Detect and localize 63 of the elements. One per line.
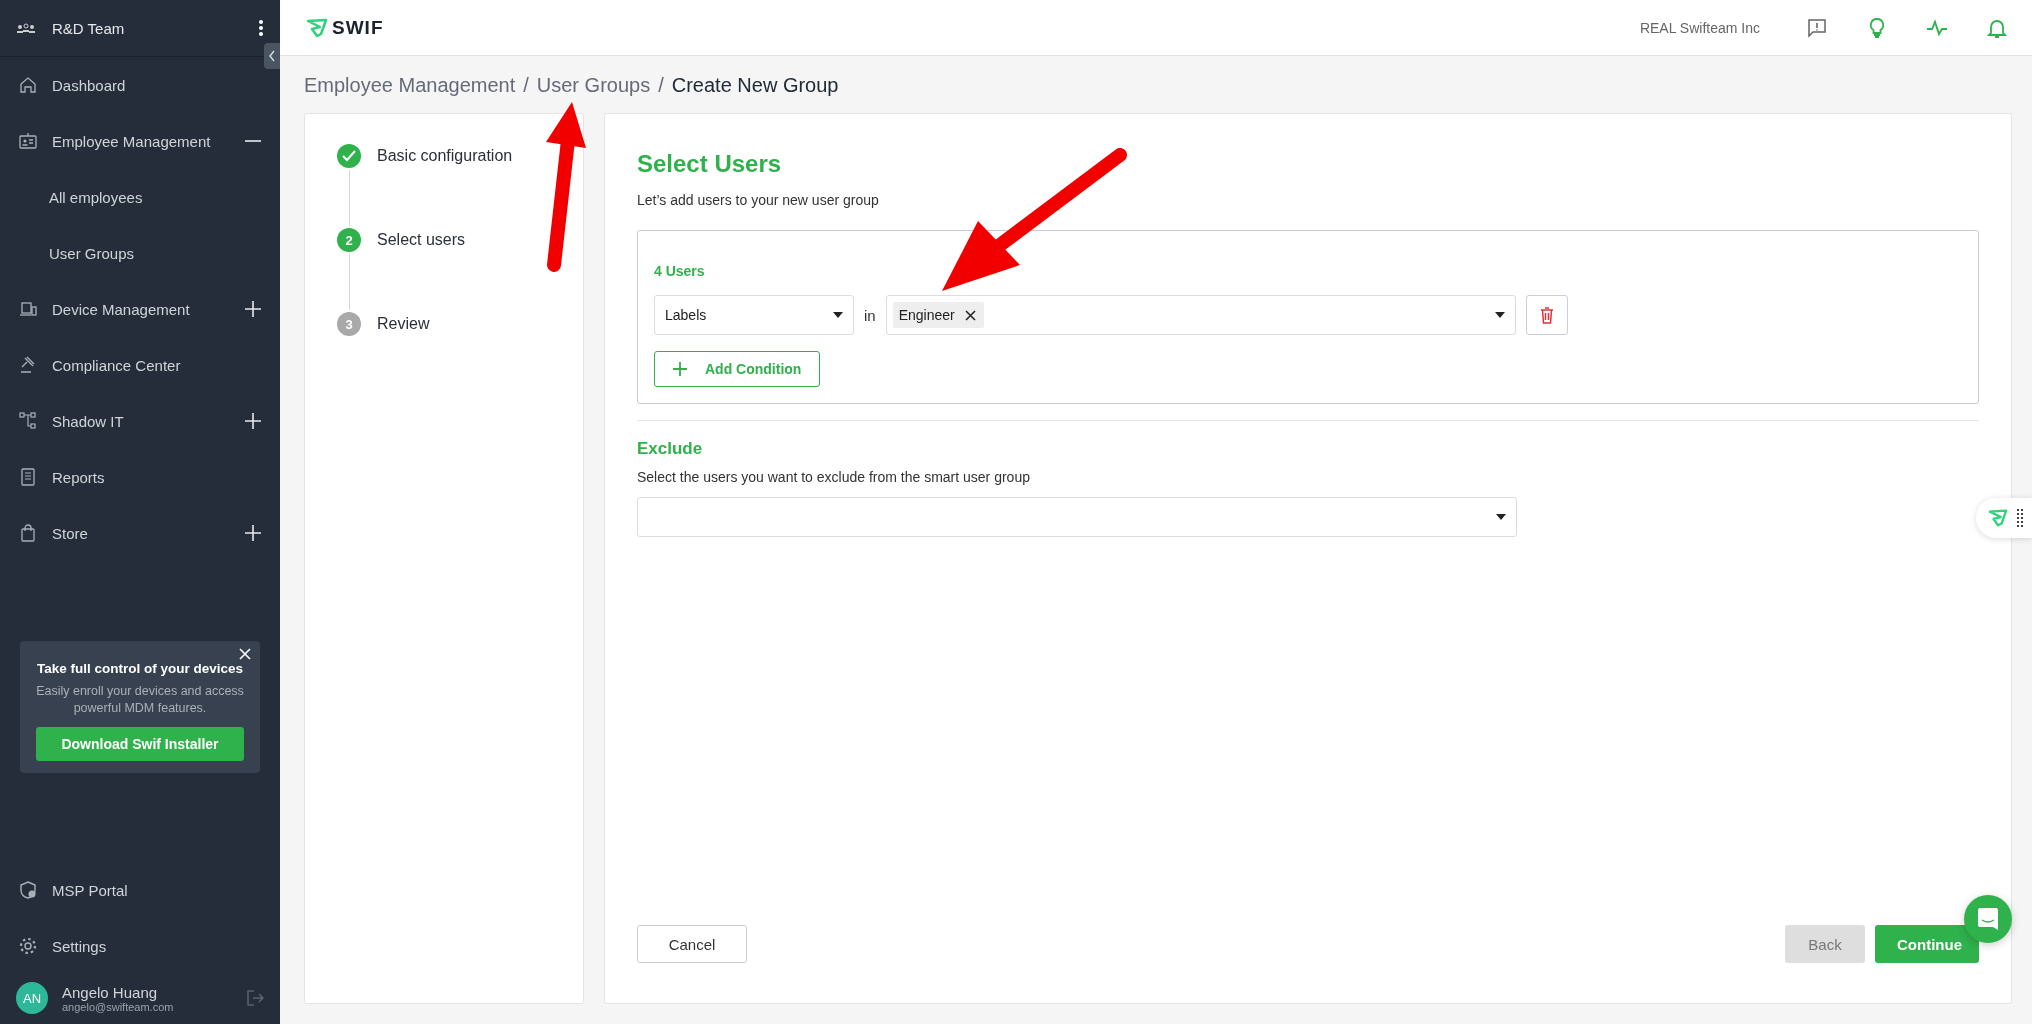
close-icon[interactable] xyxy=(964,309,976,321)
collapse-button[interactable] xyxy=(264,43,280,69)
nav-item[interactable]: Settings xyxy=(0,918,280,974)
delete-button[interactable] xyxy=(1525,295,1568,335)
nav-item[interactable]: Employee Management xyxy=(0,113,280,169)
plus-icon xyxy=(673,362,687,376)
chevron-left-icon xyxy=(268,50,276,62)
step-label: Basic configuration xyxy=(377,147,513,165)
caret-icon xyxy=(1496,514,1506,520)
company-name: REAL Swifteam Inc xyxy=(1639,19,1760,36)
network-icon xyxy=(18,411,38,431)
trash-icon xyxy=(1539,306,1554,324)
nav-item[interactable]: Shadow IT xyxy=(0,393,280,449)
promo-title: Take full control of your devices xyxy=(36,661,243,676)
step-number: 3 xyxy=(337,312,361,336)
plus-icon[interactable] xyxy=(244,412,262,430)
logo[interactable]: SWIF xyxy=(306,16,384,39)
plus-icon[interactable] xyxy=(244,300,262,318)
breadcrumb-separator: / xyxy=(523,74,529,97)
user-name: Angelo Huang xyxy=(62,983,159,1001)
feedback-icon[interactable] xyxy=(1806,16,1828,39)
caret-icon xyxy=(833,312,843,318)
user-count: 4 Users xyxy=(654,263,706,279)
breadcrumb-item[interactable]: Employee Management xyxy=(304,74,516,97)
id-card-icon xyxy=(18,131,38,151)
section-title: Select Users xyxy=(637,150,783,178)
document-icon xyxy=(18,467,38,487)
exclude-description: Select the users you want to exclude from the smart user group xyxy=(637,469,1031,485)
chat-icon xyxy=(1977,907,1999,931)
home-icon xyxy=(18,75,38,95)
nav-subitem[interactable]: User Groups xyxy=(0,225,280,281)
user-email: angelo@swifteam.com xyxy=(62,1000,175,1013)
nav-item[interactable]: Device Management xyxy=(0,281,280,337)
value-select[interactable]: Engineer xyxy=(885,295,1516,335)
plus-icon[interactable] xyxy=(244,524,262,542)
breadcrumb-separator: / xyxy=(658,74,664,97)
nav-item[interactable]: Reports xyxy=(0,449,280,505)
devices-icon xyxy=(18,299,38,319)
nav-item[interactable]: Store xyxy=(0,505,280,561)
breadcrumb-item[interactable]: User Groups xyxy=(536,74,651,97)
bag-icon xyxy=(18,523,38,543)
promo-text: Easily enroll your devices and access powerful MDM features. xyxy=(35,683,245,717)
field-select[interactable]: Labels xyxy=(654,295,854,335)
exclude-title: Exclude xyxy=(637,439,704,459)
caret-icon xyxy=(1494,312,1505,318)
section-subtitle: Let’s add users to your new user group xyxy=(637,192,880,208)
settings-icon xyxy=(18,936,38,956)
nav-item[interactable]: MSP Portal xyxy=(0,862,280,918)
shield-icon xyxy=(18,880,38,900)
more-icon[interactable] xyxy=(258,19,264,37)
nav-item[interactable]: Compliance Center xyxy=(0,337,280,393)
step-number: 2 xyxy=(337,228,361,252)
operator-text: in xyxy=(864,306,876,324)
breadcrumb-item: Create New Group xyxy=(671,74,839,97)
drag-handle-icon[interactable] xyxy=(2016,508,2024,528)
step-label: Select users xyxy=(377,231,466,249)
nav-item[interactable]: Dashboard xyxy=(0,57,280,113)
tag-chip: Engineer xyxy=(892,302,984,328)
footer-button[interactable]: Cancel xyxy=(637,925,747,963)
team-name: R&D Team xyxy=(52,19,126,37)
user-avatar: AN xyxy=(16,982,48,1014)
nav-subitem[interactable]: All employees xyxy=(0,169,280,225)
step-label: Review xyxy=(377,315,430,333)
